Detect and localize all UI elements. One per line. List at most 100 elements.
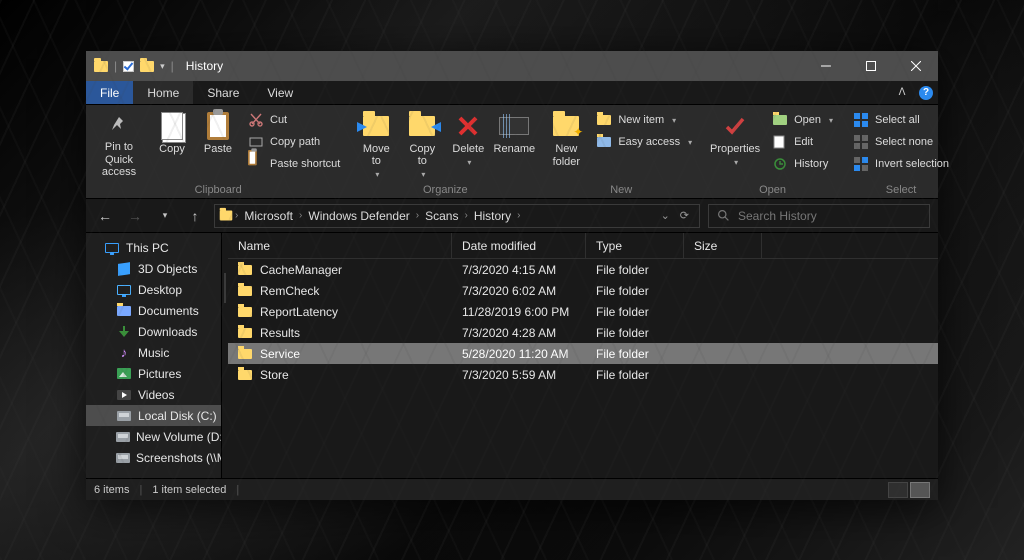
copy-button[interactable]: Copy [150,107,194,179]
easy-access-button[interactable]: Easy access▾ [590,131,698,153]
file-type: File folder [586,301,684,322]
history-button[interactable]: History [766,153,839,175]
paste-shortcut-button[interactable]: Paste shortcut [242,153,346,175]
select-all-button[interactable]: Select all [847,109,955,131]
invert-selection-button[interactable]: Invert selection [847,153,955,175]
window-title: History [186,59,223,73]
close-button[interactable] [893,51,938,81]
navpane-this-pc[interactable]: This PC [86,237,221,258]
navpane-documents[interactable]: Documents [86,300,221,321]
forward-button[interactable]: → [124,205,146,227]
ribbon: Pin to Quick access Copy Paste Cut Copy … [86,105,938,199]
qat-separator: | [114,59,117,73]
invert-selection-icon [853,156,869,172]
table-row[interactable]: ReportLatency11/28/2019 6:00 PMFile fold… [228,301,938,322]
navpane-screenshots-share[interactable]: Screenshots (\\M… [86,447,221,468]
chevron-right-icon[interactable]: › [464,210,467,221]
group-label-organize: Organize [354,184,536,198]
rename-button[interactable]: Rename [492,107,536,179]
refresh-button[interactable]: ⟳ [680,209,689,222]
navpane-desktop[interactable]: Desktop [86,279,221,300]
delete-button[interactable]: Delete▾ [446,107,490,179]
copy-path-button[interactable]: Copy path [242,131,346,153]
chevron-right-icon[interactable]: › [416,210,419,221]
select-none-button[interactable]: Select none [847,131,955,153]
new-item-button[interactable]: New item▾ [590,109,698,131]
new-item-icon [596,112,612,128]
desktop-icon [116,283,132,297]
paste-button[interactable]: Paste [196,107,240,179]
breadcrumb[interactable]: Scans [421,209,462,223]
qat-folder-icon[interactable] [140,61,154,72]
table-row[interactable]: Store7/3/2020 5:59 AMFile folder [228,364,938,385]
move-to-button[interactable]: Move to▾ [354,107,398,179]
minimize-button[interactable] [803,51,848,81]
group-label-open: Open [706,184,839,198]
copy-icon [161,111,183,141]
open-button[interactable]: Open▾ [766,109,839,131]
edit-button[interactable]: Edit [766,131,839,153]
table-row[interactable]: RemCheck7/3/2020 6:02 AMFile folder [228,280,938,301]
table-row[interactable]: CacheManager7/3/2020 4:15 AMFile folder [228,259,938,280]
ribbon-group-clipboard: Pin to Quick access Copy Paste Cut Copy … [86,105,350,198]
view-large-icons-button[interactable] [910,482,930,498]
table-row[interactable]: Results 7/3/2020 4:28 AMFile folder [228,322,938,343]
back-button[interactable]: ← [94,205,116,227]
navpane-downloads[interactable]: Downloads [86,321,221,342]
maximize-button[interactable] [848,51,893,81]
cut-button[interactable]: Cut [242,109,346,131]
navigation-pane[interactable]: This PC 3D Objects Desktop Documents Dow… [86,233,222,478]
tab-share[interactable]: Share [193,81,253,104]
explorer-window[interactable]: | ▾ | History File Home Share View ᐱ ? [86,51,938,500]
cube-icon [116,262,132,276]
content-area: This PC 3D Objects Desktop Documents Dow… [86,233,938,478]
navpane-videos[interactable]: Videos [86,384,221,405]
column-type[interactable]: Type [586,233,684,258]
search-input[interactable]: Search History [708,204,930,228]
pin-to-quick-access-button[interactable]: Pin to Quick access [90,107,148,179]
column-name[interactable]: Name [228,233,452,258]
column-headers: Name Date modified Type Size [228,233,938,259]
downloads-icon [116,325,132,339]
address-bar[interactable]: › Microsoft › Windows Defender › Scans ›… [214,204,700,228]
disk-icon [116,409,132,423]
tab-file[interactable]: File [86,81,133,104]
videos-icon [116,388,132,402]
edit-icon [772,134,788,150]
qat-dropdown-icon[interactable]: ▾ [160,61,165,72]
view-details-button[interactable] [888,482,908,498]
copy-to-button[interactable]: Copy to▾ [400,107,444,179]
file-type: File folder [586,322,684,343]
titlebar[interactable]: | ▾ | History [86,51,938,81]
breadcrumb[interactable]: Windows Defender [304,209,413,223]
navpane-music[interactable]: ♪Music [86,342,221,363]
documents-icon [116,304,132,318]
properties-button[interactable]: Properties▾ [706,107,764,179]
chevron-right-icon[interactable]: › [235,210,238,221]
qat-separator-2: | [171,59,174,73]
file-name: Results [260,326,300,340]
breadcrumb[interactable]: Microsoft [240,209,297,223]
table-row[interactable]: Service5/28/2020 11:20 AMFile folder [228,343,938,364]
qat-checkbox-icon[interactable] [123,61,134,72]
navpane-3d-objects[interactable]: 3D Objects [86,258,221,279]
column-size[interactable]: Size [684,233,762,258]
breadcrumb[interactable]: History [470,209,515,223]
navpane-local-disk-c[interactable]: Local Disk (C:) [86,405,221,426]
navpane-pictures[interactable]: Pictures [86,363,221,384]
ribbon-collapse-button[interactable]: ᐱ [890,81,914,104]
tab-view[interactable]: View [253,81,307,104]
address-dropdown-button[interactable]: ⌄ [661,209,670,222]
list-view[interactable]: Name Date modified Type Size CacheManage… [228,233,938,478]
tab-home[interactable]: Home [133,81,193,104]
column-date-modified[interactable]: Date modified [452,233,586,258]
recent-locations-button[interactable]: ▾ [154,205,176,227]
file-date: 7/3/2020 4:28 AM [452,322,586,343]
chevron-right-icon[interactable]: › [299,210,302,221]
pane-splitter[interactable] [222,233,228,478]
new-folder-button[interactable]: New folder [544,107,588,179]
help-button[interactable]: ? [914,81,938,104]
navpane-new-volume-d[interactable]: New Volume (D:) [86,426,221,447]
chevron-right-icon[interactable]: › [517,210,520,221]
up-button[interactable]: ↑ [184,205,206,227]
